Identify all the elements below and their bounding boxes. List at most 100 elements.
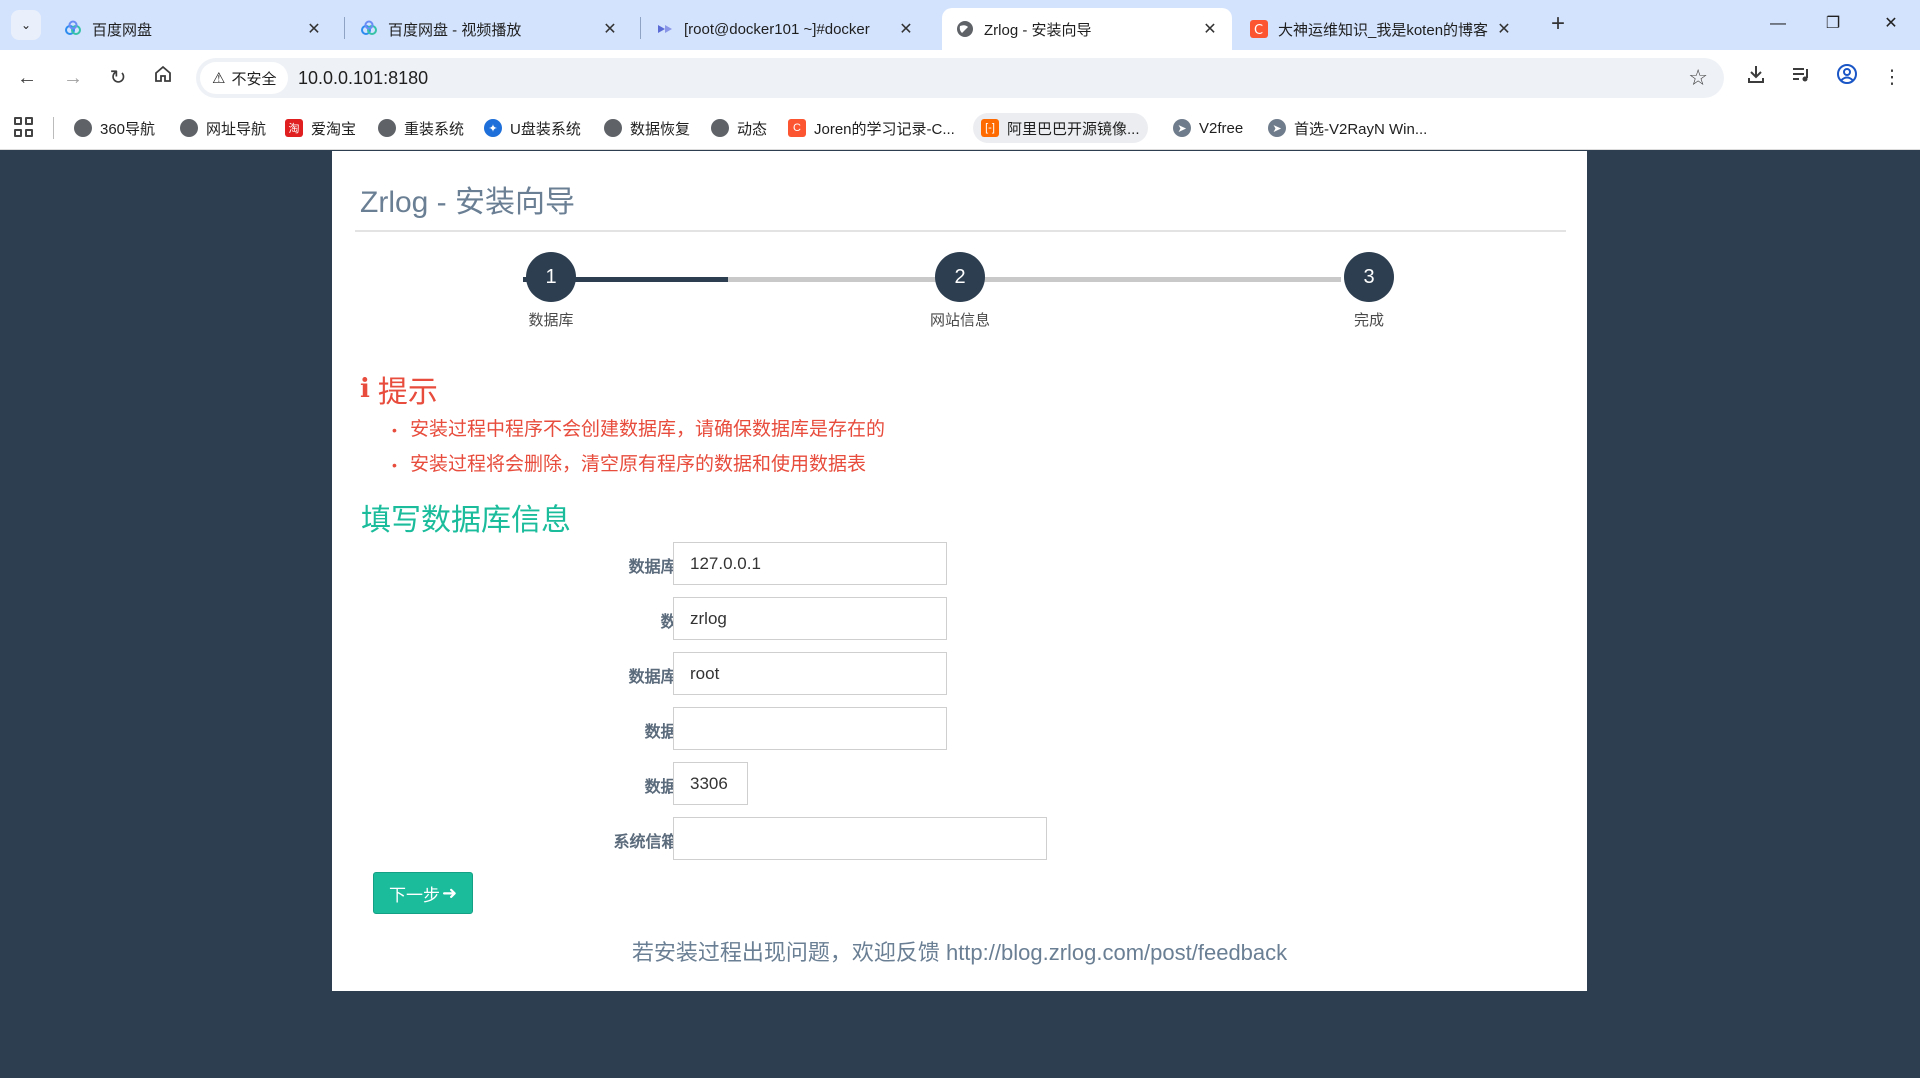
apps-grid-icon[interactable]: [14, 117, 34, 137]
next-step-button[interactable]: 下一步 ➜: [373, 872, 473, 914]
step-1-label: 数据库: [528, 312, 574, 329]
bookmark-360[interactable]: 360导航: [66, 113, 163, 143]
close-icon[interactable]: ✕: [304, 19, 324, 39]
bookmark-joren-notes[interactable]: C Joren的学习记录-C...: [780, 113, 963, 143]
close-icon[interactable]: ✕: [1200, 19, 1220, 39]
restore-button[interactable]: ❐: [1818, 10, 1848, 38]
tab-title: 大神运维知识_我是koten的博客: [1278, 21, 1489, 39]
email-input[interactable]: [673, 817, 1047, 860]
bullet-icon: •: [392, 456, 397, 473]
tip-text: 安装过程中程序不会创建数据库，请确保数据库是存在的: [410, 419, 886, 440]
security-label: 不安全: [231, 70, 277, 88]
step-2-circle: 2: [935, 252, 985, 302]
tab-zrlog-install[interactable]: Zrlog - 安装向导 ✕: [942, 8, 1232, 50]
next-step-label: 下一步: [388, 885, 440, 905]
window-close-button[interactable]: ✕: [1876, 10, 1906, 38]
bookmark-taobao[interactable]: 淘 爱淘宝: [277, 113, 364, 143]
telegram-icon: ➤: [1173, 119, 1191, 137]
bookmarks-divider: [53, 117, 54, 139]
bookmark-url-nav[interactable]: 网址导航: [172, 113, 274, 143]
close-icon[interactable]: ✕: [1494, 19, 1514, 39]
db-user-input[interactable]: [673, 652, 947, 695]
step-1-circle: 1: [526, 252, 576, 302]
db-host-input[interactable]: [673, 542, 947, 585]
bookmark-label: 360导航: [100, 120, 156, 138]
aliyun-icon: [-]: [981, 119, 999, 137]
step-3-circle: 3: [1344, 252, 1394, 302]
svg-text:C: C: [1254, 23, 1263, 38]
bookmark-label: 网址导航: [206, 120, 267, 138]
bookmark-usb-install[interactable]: ✦ U盘装系统: [476, 113, 589, 143]
bookmark-v2free[interactable]: ➤ V2free: [1165, 113, 1251, 143]
bookmark-reinstall[interactable]: 重装系统: [370, 113, 472, 143]
home-button[interactable]: [148, 63, 178, 93]
bookmark-label: Joren的学习记录-C...: [814, 120, 955, 138]
bookmark-star-icon[interactable]: ☆: [1688, 58, 1708, 98]
downloads-button[interactable]: [1741, 63, 1771, 93]
bookmark-v2rayn[interactable]: ➤ 首选-V2RayN Win...: [1260, 113, 1435, 143]
globe-icon: [378, 119, 396, 137]
usb-tool-icon: ✦: [484, 119, 502, 137]
bookmark-aliyun-mirror[interactable]: [-] 阿里巴巴开源镜像...: [973, 113, 1148, 143]
arrow-right-icon: ➜: [441, 882, 458, 903]
globe-icon: [711, 119, 729, 137]
tip-heading: i 提示: [360, 367, 438, 411]
chevron-down-icon: ⌄: [20, 18, 32, 32]
db-info-heading: 填写数据库信息: [361, 504, 571, 537]
more-vertical-icon: ⋮: [1882, 67, 1902, 88]
bookmarks-bar: 360导航 网址导航 淘 爱淘宝 重装系统 ✦ U盘装系统 数据恢复 动态 C …: [0, 106, 1920, 150]
tab-title: 百度网盘: [92, 21, 153, 39]
bookmark-dynamics[interactable]: 动态: [703, 113, 775, 143]
minimize-button[interactable]: —: [1763, 10, 1793, 38]
bookmark-data-recovery[interactable]: 数据恢复: [596, 113, 698, 143]
download-icon: [1745, 66, 1767, 90]
feedback-note: 若安装过程出现问题，欢迎反馈 http://blog.zrlog.com/pos…: [631, 940, 1288, 965]
menu-button[interactable]: ⋮: [1877, 63, 1907, 93]
reload-icon: ↻: [109, 67, 127, 89]
db-password-input[interactable]: [673, 707, 947, 750]
site-info-button[interactable]: ⚠ 不安全: [200, 62, 289, 94]
address-bar[interactable]: ⚠ 不安全 10.0.0.101:8180 ☆: [196, 58, 1724, 98]
bookmark-label: 动态: [737, 120, 768, 138]
install-wizard-panel: Zrlog - 安装向导 1 2 3 数据库 网站信息 完成 i 提示 • 安装过…: [332, 151, 1587, 991]
tab-terminal[interactable]: [root@docker101 ~]#docker ✕: [642, 8, 928, 50]
url-text[interactable]: 10.0.0.101:8180: [298, 58, 428, 98]
csdn-icon: C: [1250, 20, 1268, 38]
tab-title: 百度网盘 - 视频播放: [388, 21, 522, 39]
tab-strip: ⌄ 百度网盘 ✕ 百度网盘 - 视频播放 ✕ [root@docker101 ~…: [0, 0, 1920, 50]
globe-icon: [604, 119, 622, 137]
bookmark-label: 阿里巴巴开源镜像...: [1007, 120, 1140, 138]
media-controls-button[interactable]: [1786, 63, 1816, 93]
reload-button[interactable]: ↻: [103, 63, 133, 93]
tab-divider: [344, 17, 345, 39]
tab-csdn-blog[interactable]: C 大神运维知识_我是koten的博客 ✕: [1236, 8, 1526, 50]
web-terminal-icon: [656, 20, 674, 38]
baidu-netdisk-icon: [64, 20, 82, 38]
tab-title: [root@docker101 ~]#docker: [684, 20, 870, 38]
profile-button[interactable]: [1832, 63, 1862, 93]
tab-baidu-netdisk[interactable]: 百度网盘 ✕: [50, 8, 336, 50]
new-tab-button[interactable]: +: [1543, 10, 1573, 40]
page-title: Zrlog - 安装向导: [360, 186, 576, 219]
title-divider: [355, 230, 1566, 232]
playlist-icon: [1790, 68, 1812, 90]
close-icon[interactable]: ✕: [600, 19, 620, 39]
tip-text: 安装过程将会删除，清空原有程序的数据和使用数据表: [410, 454, 867, 475]
back-button[interactable]: ←: [12, 63, 42, 93]
bookmark-label: 重装系统: [404, 120, 465, 138]
account-icon: [1836, 64, 1858, 90]
forward-button[interactable]: →: [58, 63, 88, 93]
globe-icon: [956, 20, 974, 38]
bookmark-label: 数据恢复: [630, 120, 691, 138]
tab-baidu-video[interactable]: 百度网盘 - 视频播放 ✕: [346, 8, 632, 50]
globe-icon: [74, 119, 92, 137]
warning-icon: ⚠: [212, 70, 226, 87]
db-name-input[interactable]: [673, 597, 947, 640]
tab-search-button[interactable]: ⌄: [11, 10, 41, 40]
bookmark-label: 爱淘宝: [311, 120, 357, 138]
db-port-input[interactable]: [673, 762, 748, 805]
close-icon[interactable]: ✕: [896, 19, 916, 39]
tab-divider: [640, 17, 641, 39]
arrow-left-icon: ←: [17, 67, 37, 89]
bookmark-label: U盘装系统: [510, 120, 581, 138]
